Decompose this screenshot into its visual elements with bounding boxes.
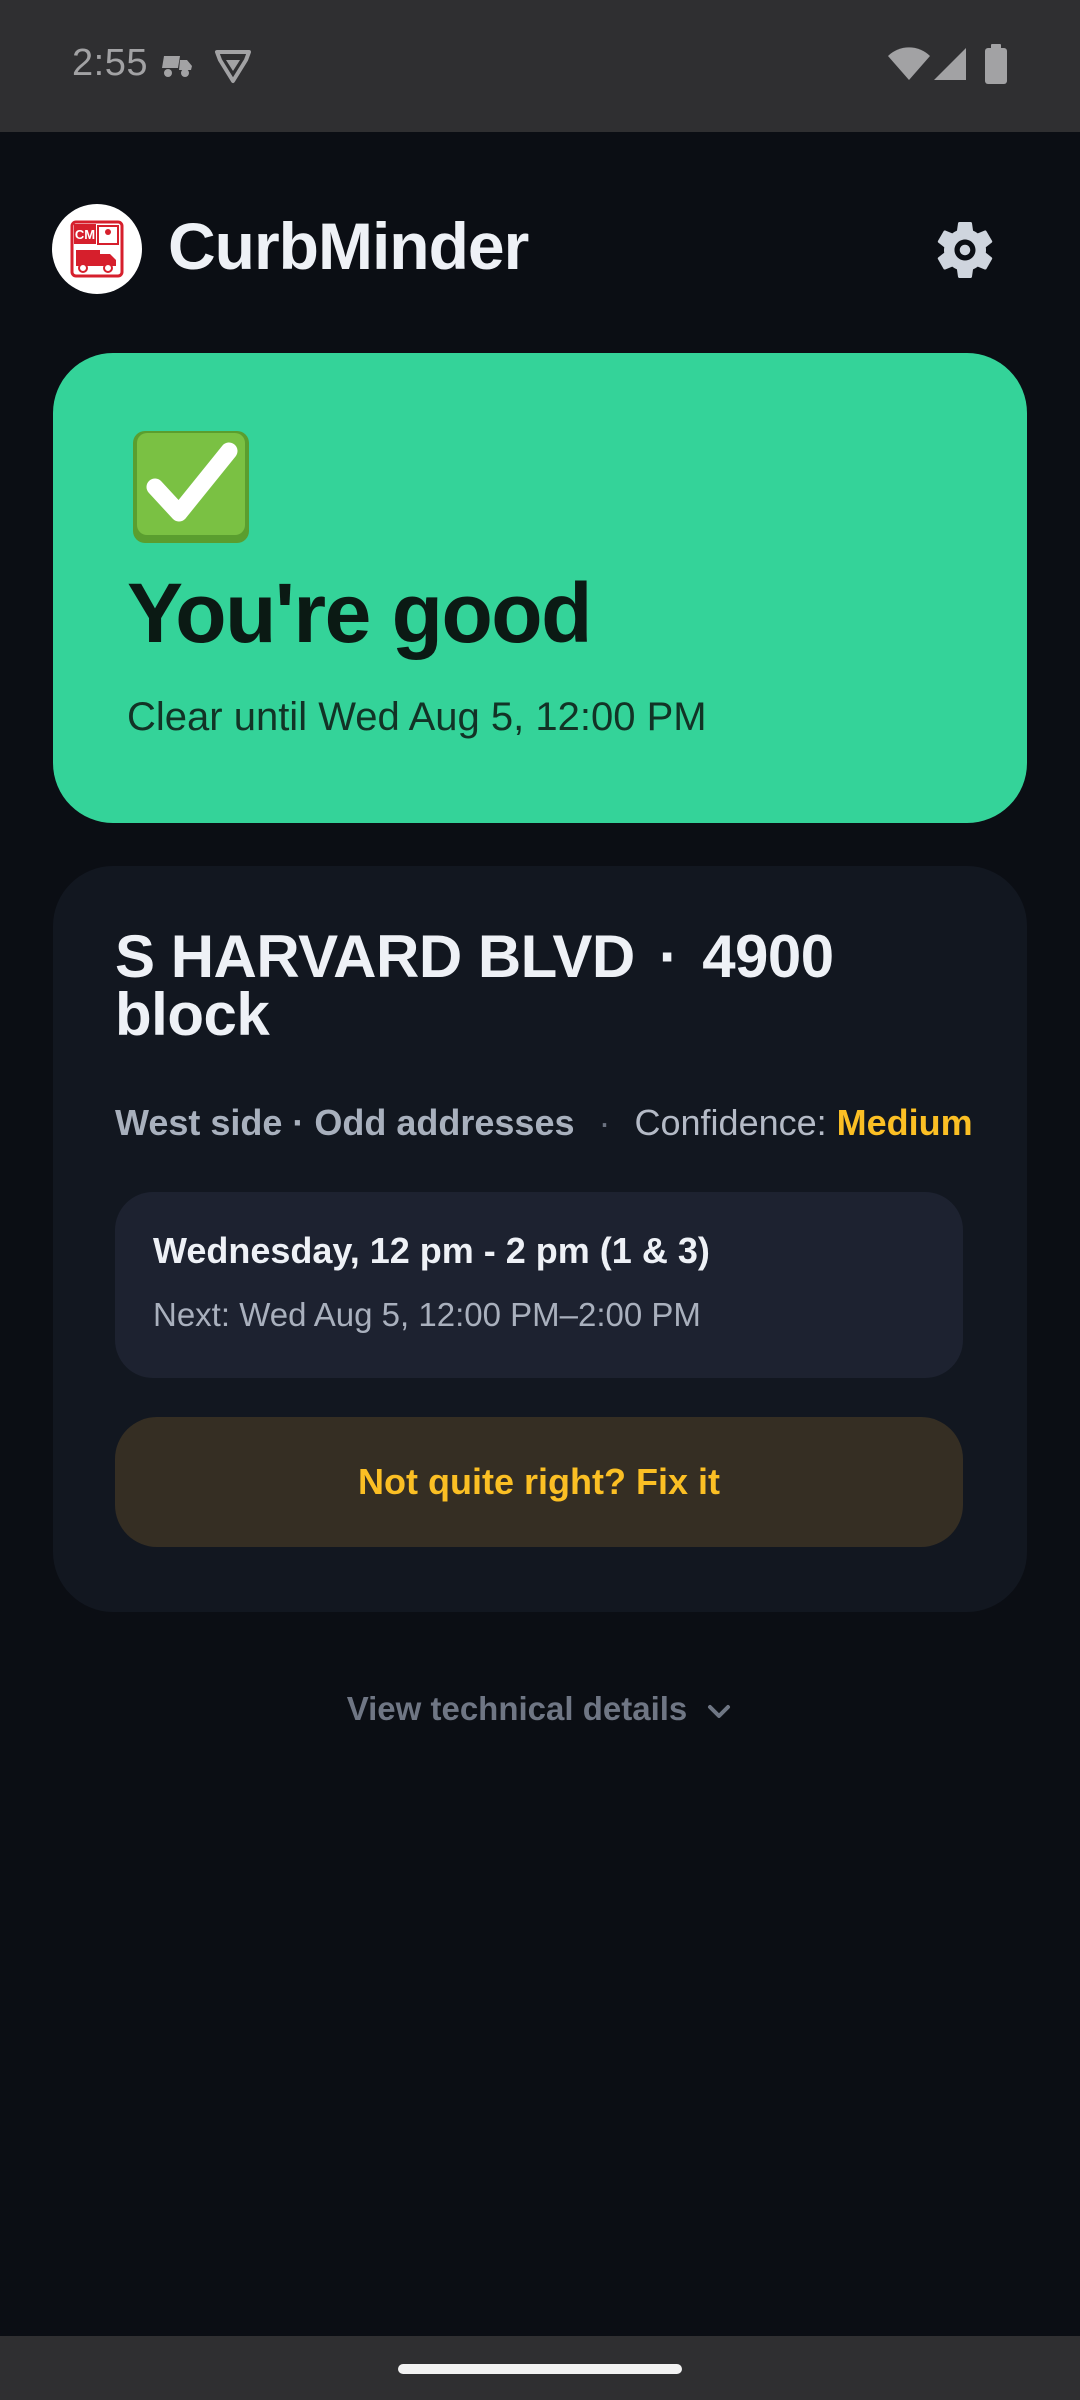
home-indicator[interactable] [398, 2364, 682, 2374]
app-screen: 2:55 CM CurbMinder You're good Clear unt… [0, 0, 1080, 2400]
status-bar: 2:55 [0, 0, 1080, 132]
status-subtitle: Clear until Wed Aug 5, 12:00 PM [127, 695, 707, 739]
fix-it-button[interactable]: Not quite right? Fix it [115, 1417, 963, 1547]
confidence-label: Confidence: [634, 1102, 827, 1143]
schedule-box: Wednesday, 12 pm - 2 pm (1 & 3) Next: We… [115, 1192, 963, 1378]
status-title: You're good [127, 566, 592, 660]
location-meta: West side · Odd addresses · Confidence: Me… [115, 1102, 973, 1144]
chevron-down-icon [705, 1692, 733, 1730]
navigation-bar [0, 2336, 1080, 2400]
cell-signal-icon [932, 46, 968, 87]
street-separator: · [658, 923, 679, 990]
app-logo: CM [52, 204, 142, 294]
street-name: S HARVARD BLVD [115, 923, 635, 990]
wifi-icon [887, 46, 931, 87]
street-heading: S HARVARD BLVD · 4900 block [115, 923, 975, 1045]
location-card: S HARVARD BLVD · 4900 block West side · Od… [53, 866, 1027, 1612]
app-title: CurbMinder [168, 209, 529, 283]
technical-details-label: View technical details [346, 1690, 688, 1727]
gear-icon [930, 221, 1000, 289]
settings-button[interactable] [930, 215, 1000, 285]
meta-separator: · [598, 1102, 611, 1143]
confidence-value: Medium [836, 1102, 973, 1143]
battery-icon [984, 44, 1008, 89]
truck-notification-icon [160, 52, 194, 83]
side-label: West side · Odd addresses [115, 1102, 575, 1143]
schedule-next: Next: Wed Aug 5, 12:00 PM–2:00 PM [153, 1296, 701, 1333]
svg-text:CM: CM [75, 227, 95, 242]
check-mark-button-icon [131, 429, 251, 545]
schedule-title: Wednesday, 12 pm - 2 pm (1 & 3) [153, 1230, 710, 1271]
status-time: 2:55 [72, 42, 148, 84]
vpn-shield-icon [214, 48, 252, 89]
parking-status-card: You're good Clear until Wed Aug 5, 12:00… [53, 353, 1027, 823]
technical-details-toggle[interactable]: View technical details [0, 1690, 1080, 1730]
